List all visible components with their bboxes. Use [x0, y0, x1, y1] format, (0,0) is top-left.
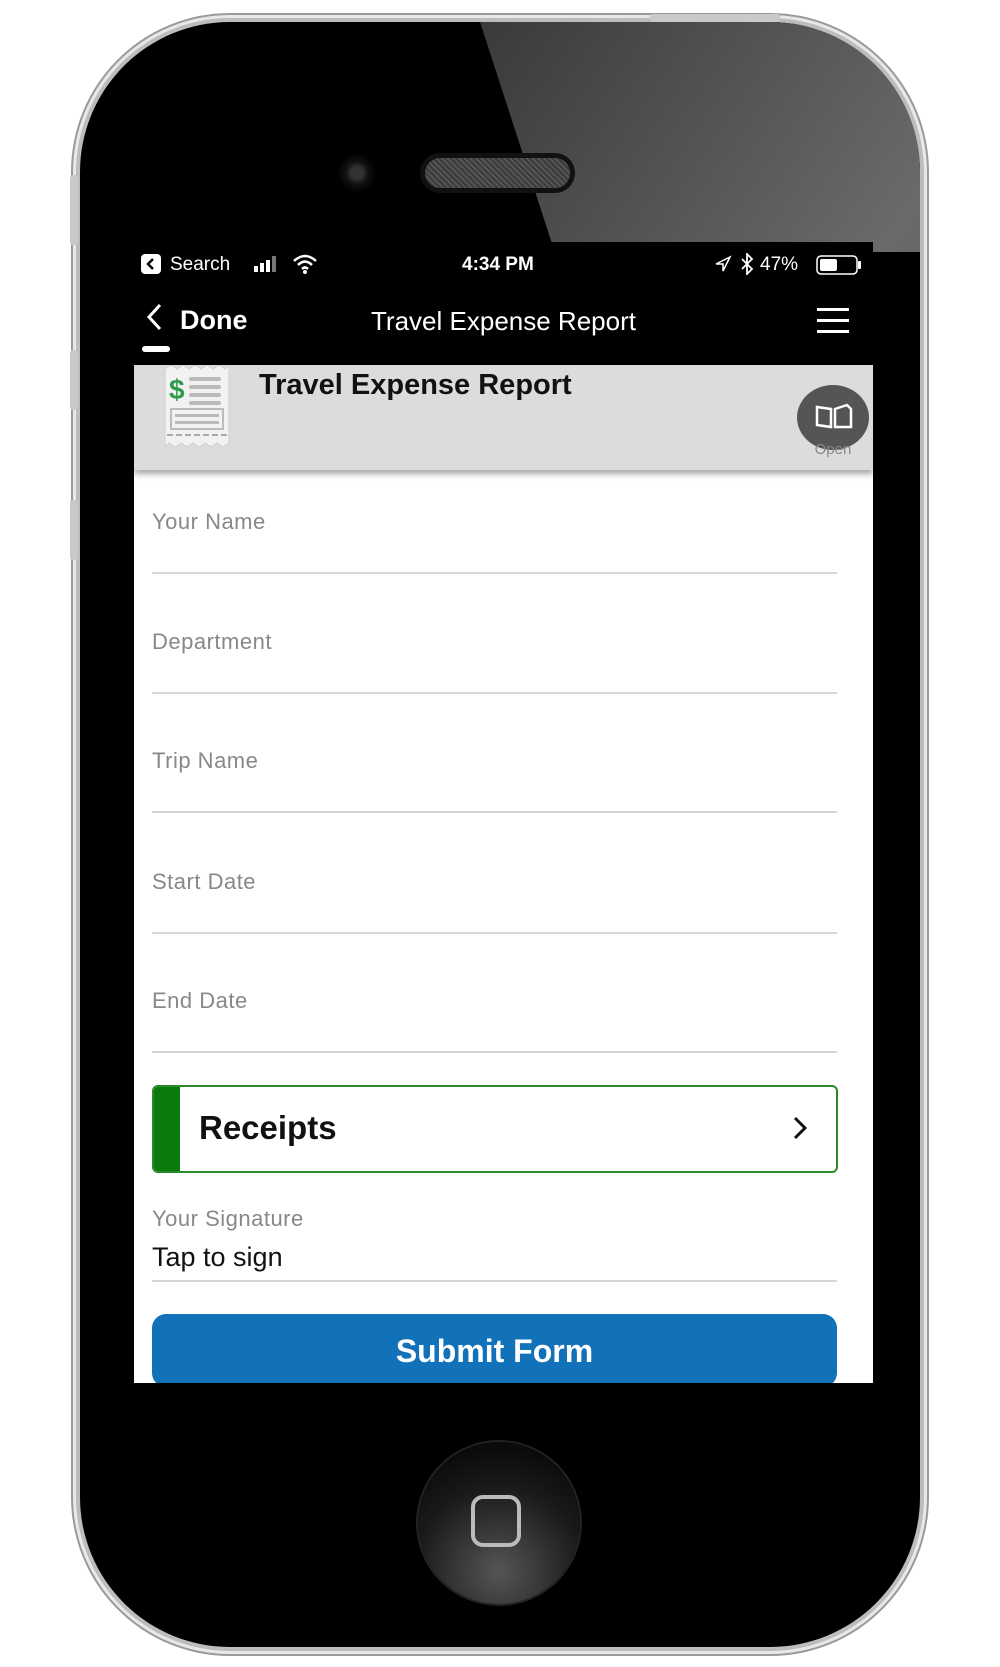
indicator-pill — [142, 346, 170, 352]
battery-icon — [816, 255, 862, 281]
earpiece-speaker — [425, 158, 570, 188]
navigation-bar: Done Travel Expense Report — [134, 286, 873, 365]
end-date-field[interactable]: End Date — [152, 979, 837, 1053]
battery-percent: 47% — [760, 254, 799, 275]
form-title: Travel Expense Report — [259, 369, 572, 401]
submit-form-button[interactable]: Submit Form — [152, 1314, 837, 1383]
department-field[interactable]: Department — [152, 620, 837, 694]
power-button — [650, 14, 780, 22]
open-button[interactable]: Open — [797, 385, 869, 475]
your-name-label: Your Name — [152, 509, 266, 534]
signature-field[interactable]: Your Signature Tap to sign — [152, 1204, 837, 1282]
svg-text:$: $ — [169, 374, 185, 405]
trip-name-field[interactable]: Trip Name — [152, 739, 837, 813]
back-app-label[interactable]: Search — [170, 254, 230, 276]
nav-title: Travel Expense Report — [371, 306, 636, 336]
department-label: Department — [152, 629, 272, 654]
mute-switch — [70, 175, 78, 245]
home-button[interactable] — [418, 1442, 580, 1604]
bluetooth-icon — [740, 251, 754, 281]
back-to-app-icon[interactable] — [141, 254, 161, 280]
hamburger-menu-icon[interactable] — [817, 308, 849, 334]
receipts-accent-bar — [154, 1087, 180, 1171]
start-date-field[interactable]: Start Date — [152, 860, 837, 934]
signal-icon — [254, 256, 280, 278]
screen-glare — [480, 22, 920, 252]
end-date-label: End Date — [152, 988, 248, 1013]
signature-placeholder[interactable]: Tap to sign — [152, 1242, 283, 1273]
volume-down-button — [70, 500, 78, 560]
receipts-section-button[interactable]: Receipts — [152, 1085, 838, 1173]
signature-label: Your Signature — [152, 1206, 304, 1231]
status-time: 4:34 PM — [462, 254, 534, 275]
trip-name-label: Trip Name — [152, 748, 259, 773]
wifi-icon — [292, 254, 318, 280]
front-camera — [338, 152, 376, 194]
location-icon — [714, 255, 732, 279]
form-header: $ Travel Expense Report Open — [134, 363, 873, 470]
your-name-field[interactable]: Your Name — [152, 500, 837, 574]
receipt-dollar-icon: $ — [163, 363, 231, 452]
volume-up-button — [70, 350, 78, 410]
open-label: Open — [814, 441, 852, 458]
home-square-icon — [471, 1495, 521, 1547]
phone-frame: Search 4:34 PM 47% Done Travel Expense R… — [80, 22, 920, 1647]
chevron-right-icon — [792, 1115, 808, 1146]
app-screen: Search 4:34 PM 47% Done Travel Expense R… — [134, 242, 873, 1383]
receipts-label: Receipts — [199, 1109, 337, 1146]
status-bar: Search 4:34 PM 47% — [134, 242, 873, 286]
start-date-label: Start Date — [152, 869, 257, 894]
